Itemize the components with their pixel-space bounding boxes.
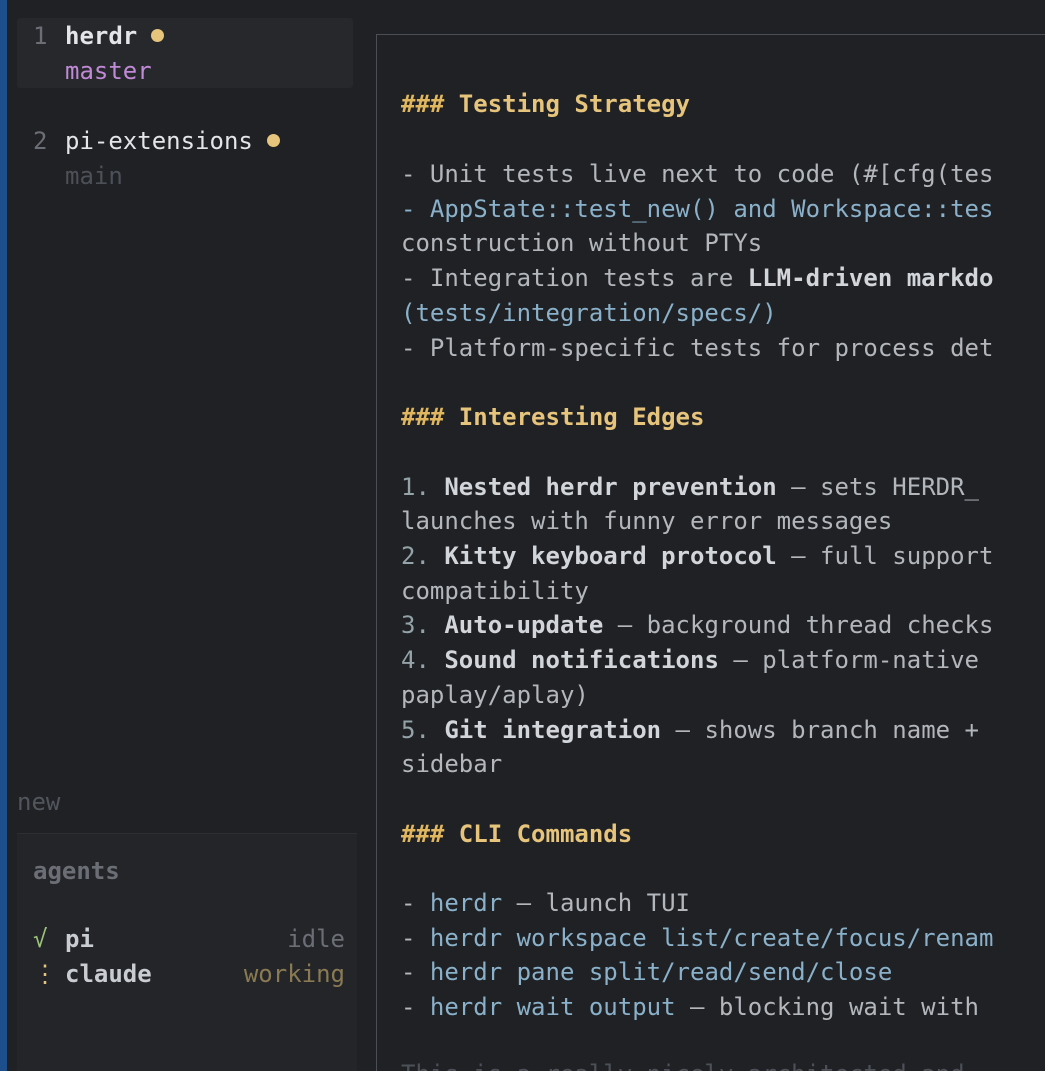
list-title: Sound notifications [444, 646, 719, 674]
workspace-item-herdr[interactable]: 1 herdr master [17, 18, 353, 88]
doc-bold: LLM-driven markdo [747, 264, 994, 292]
cli-desc: — blocking wait with [675, 993, 979, 1021]
list-item-cont: paplay/aplay) [401, 681, 589, 709]
list-number: 3. [401, 611, 445, 639]
list-title: Kitty keyboard protocol [444, 542, 777, 570]
cli-item: - herdr workspace list/create/focus/rena… [401, 924, 994, 952]
list-title: Auto-update [444, 611, 604, 639]
cli-item: - herdr wait output — blocking wait with [401, 993, 979, 1021]
heading-text: Testing Strategy [458, 90, 690, 118]
list-text: — platform-native [718, 646, 979, 674]
agent-row-pi[interactable]: √ pi idle [33, 925, 345, 959]
status-dot-icon [266, 134, 280, 147]
list-title: Nested herdr prevention [444, 473, 777, 501]
cli-desc: — launch TUI [502, 889, 690, 917]
list-number: 4. [401, 646, 445, 674]
list-item: 2. Kitty keyboard protocol — full suppor… [401, 542, 993, 570]
list-title: Git integration [444, 716, 662, 744]
list-item-cont: compatibility [401, 577, 589, 605]
list-item: 4. Sound notifications — platform-native [401, 646, 979, 674]
agent-name: pi [65, 925, 94, 953]
heading-testing-strategy: ### Testing Strategy [401, 90, 690, 118]
workspace-branch: main [65, 162, 123, 190]
new-workspace-button[interactable]: new [17, 788, 60, 816]
workspace-number: 1 [33, 22, 48, 50]
workspace-item-pi-extensions[interactable]: 2 pi-extensions main [17, 123, 353, 193]
list-number: 2. [401, 542, 445, 570]
list-number: 1. [401, 473, 445, 501]
heading-interesting-edges: ### Interesting Edges [401, 403, 705, 431]
list-item-cont: launches with funny error messages [401, 507, 893, 535]
cli-command: herdr [429, 889, 503, 917]
list-item: 5. Git integration — shows branch name + [401, 716, 979, 744]
heading-text: CLI Commands [458, 820, 633, 848]
doc-line: (tests/integration/specs/) [401, 299, 777, 327]
doc-line: - Platform-specific tests for process de… [401, 334, 994, 362]
terminal-screen: 1 herdr master 2 pi-extensions main new … [0, 0, 1045, 1071]
list-text: — sets HERDR_ [776, 473, 979, 501]
cli-item: - herdr — launch TUI [401, 889, 690, 917]
list-text: — background thread checks [603, 611, 994, 639]
check-icon: √ [33, 925, 48, 953]
window-edge [0, 0, 7, 1071]
agents-panel: agents √ pi idle ⋮ claude working [17, 834, 357, 1071]
agent-status: idle [287, 925, 345, 953]
cli-command: herdr workspace list/create/focus/renam [429, 924, 994, 952]
doc-line-cutoff: This is a really nicely architected and [401, 1060, 965, 1071]
spinner-icon: ⋮ [33, 960, 57, 988]
doc-text: - Integration tests are [401, 264, 748, 292]
list-item: 3. Auto-update — background thread check… [401, 611, 993, 639]
doc-line: - Integration tests are LLM-driven markd… [401, 264, 993, 292]
list-number: 5. [401, 716, 445, 744]
agent-status: working [243, 960, 345, 988]
doc-line: - AppState::test_new() and Workspace::te… [401, 195, 994, 223]
doc-line: - Unit tests live next to code (#[cfg(te… [401, 160, 994, 188]
workspace-name-text: herdr [65, 22, 138, 50]
workspace-branch: master [65, 57, 152, 85]
cli-item: - herdr pane split/read/send/close [401, 958, 893, 986]
heading-text: Interesting Edges [458, 403, 705, 431]
cli-command: herdr wait output [429, 993, 676, 1021]
sidebar: 1 herdr master 2 pi-extensions main new … [7, 0, 359, 1071]
agent-row-claude[interactable]: ⋮ claude working [33, 960, 345, 994]
list-item-cont: sidebar [401, 750, 503, 778]
doc-line: construction without PTYs [401, 229, 763, 257]
workspace-number: 2 [33, 127, 48, 155]
list-item: 1. Nested herdr prevention — sets HERDR_ [401, 473, 979, 501]
workspace-name-text: pi-extensions [65, 127, 253, 155]
cli-command: herdr pane split/read/send/close [429, 958, 893, 986]
status-dot-icon [151, 29, 165, 42]
agent-name: claude [65, 960, 152, 988]
workspace-name: herdr [65, 22, 165, 50]
agents-title: agents [33, 857, 120, 885]
list-text: — shows branch name + [661, 716, 979, 744]
workspace-name: pi-extensions [65, 127, 280, 155]
heading-cli-commands: ### CLI Commands [401, 820, 633, 848]
list-text: — full support [776, 542, 994, 570]
